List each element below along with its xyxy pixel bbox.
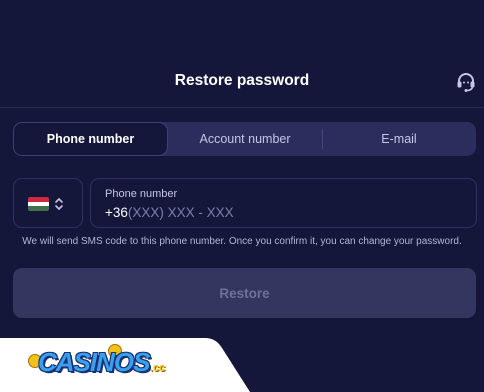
casinos-watermark: CASINOS .cc: [0, 338, 250, 392]
page-title: Restore password: [174, 72, 310, 89]
phone-number-field[interactable]: Phone number +36(XXX) XXX - XXX: [90, 178, 477, 228]
headset-icon[interactable]: [455, 71, 477, 93]
chevron-up-down-icon: [54, 195, 64, 213]
header: Restore password: [0, 0, 484, 108]
tab-phone-number[interactable]: Phone number: [13, 122, 168, 156]
country-code-selector[interactable]: [13, 178, 83, 228]
hungary-flag-icon: [28, 197, 49, 211]
watermark-logo-suffix: .cc: [150, 362, 166, 374]
sms-hint-text: We will send SMS code to this phone numb…: [22, 236, 462, 247]
tab-email[interactable]: E-mail: [322, 122, 476, 156]
phone-number-input[interactable]: +36(XXX) XXX - XXX: [105, 205, 234, 220]
watermark-logo-text: CASINOS: [38, 347, 150, 377]
tab-account-number[interactable]: Account number: [168, 122, 322, 156]
tab-divider: [322, 129, 323, 149]
restore-button[interactable]: Restore: [13, 268, 476, 318]
phone-prefix: +36: [105, 205, 128, 220]
login-method-tabs: Phone number Account number E-mail: [13, 122, 476, 156]
phone-placeholder: (XXX) XXX - XXX: [127, 205, 234, 220]
phone-number-label: Phone number: [105, 188, 178, 200]
